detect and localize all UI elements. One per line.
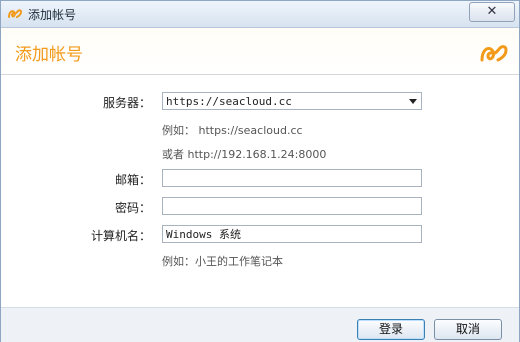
email-field[interactable] bbox=[162, 169, 422, 187]
server-value: https://seacloud.cc bbox=[166, 95, 292, 108]
password-field[interactable] bbox=[162, 197, 422, 215]
seafile-logo-icon bbox=[480, 45, 508, 62]
server-alt-example: 或者 http://192.168.1.24:8000 bbox=[162, 148, 327, 161]
dialog-heading: 添加帐号 bbox=[15, 45, 83, 65]
close-button[interactable]: ✕ bbox=[469, 2, 515, 22]
computer-name-label: 计算机名： bbox=[90, 229, 151, 243]
server-label: 服务器： bbox=[102, 96, 151, 110]
computer-name-example: 例如：小王的工作笔记本 bbox=[162, 255, 283, 268]
email-label: 邮箱： bbox=[114, 173, 151, 187]
login-button[interactable]: 登录 bbox=[357, 319, 425, 340]
window-title: 添加帐号 bbox=[28, 8, 77, 22]
cancel-button[interactable]: 取消 bbox=[434, 319, 502, 340]
add-account-dialog: 添加帐号 ✕ 添加帐号 服务器： https://seacloud.cc 例如：… bbox=[0, 0, 520, 342]
seafile-logo-icon bbox=[8, 9, 23, 18]
close-icon: ✕ bbox=[486, 4, 498, 19]
server-select[interactable]: https://seacloud.cc bbox=[162, 92, 422, 110]
computer-name-field[interactable]: Windows 系统 bbox=[162, 225, 422, 243]
password-label: 密码： bbox=[114, 201, 151, 215]
title-bar: 添加帐号 ✕ bbox=[1, 1, 519, 28]
server-example: 例如： https://seacloud.cc bbox=[162, 124, 303, 137]
chevron-down-icon[interactable] bbox=[409, 99, 417, 104]
account-form: 服务器： https://seacloud.cc 例如： https://sea… bbox=[1, 75, 519, 307]
dialog-footer: 登录 取消 bbox=[1, 307, 519, 342]
dialog-header: 添加帐号 bbox=[1, 28, 519, 75]
